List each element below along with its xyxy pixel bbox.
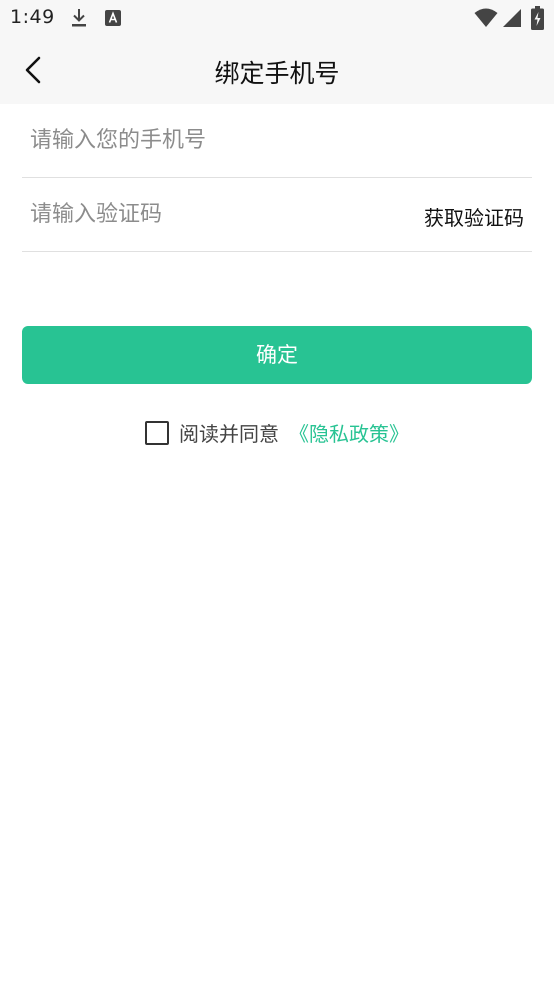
signal-icon	[503, 9, 521, 27]
phone-row	[22, 104, 532, 178]
a-icon	[105, 10, 121, 26]
confirm-button[interactable]: 确定	[22, 326, 532, 384]
download-icon	[72, 9, 86, 27]
code-row: 获取验证码	[22, 178, 532, 252]
verification-code-input[interactable]	[30, 196, 390, 232]
agree-text: 阅读并同意	[179, 422, 279, 446]
privacy-policy-link[interactable]: 《隐私政策》	[289, 418, 409, 447]
title-bar: 绑定手机号	[0, 36, 554, 104]
get-code-button[interactable]: 获取验证码	[424, 202, 524, 231]
page-title: 绑定手机号	[214, 59, 340, 88]
status-bar: 1:49	[0, 0, 554, 36]
wifi-icon	[474, 8, 498, 27]
phone-input[interactable]	[30, 122, 520, 158]
battery-icon	[531, 6, 544, 30]
agree-checkbox[interactable]	[145, 420, 169, 445]
agreement-row: 阅读并同意 《隐私政策》	[0, 418, 554, 446]
status-time: 1:49	[10, 6, 55, 28]
